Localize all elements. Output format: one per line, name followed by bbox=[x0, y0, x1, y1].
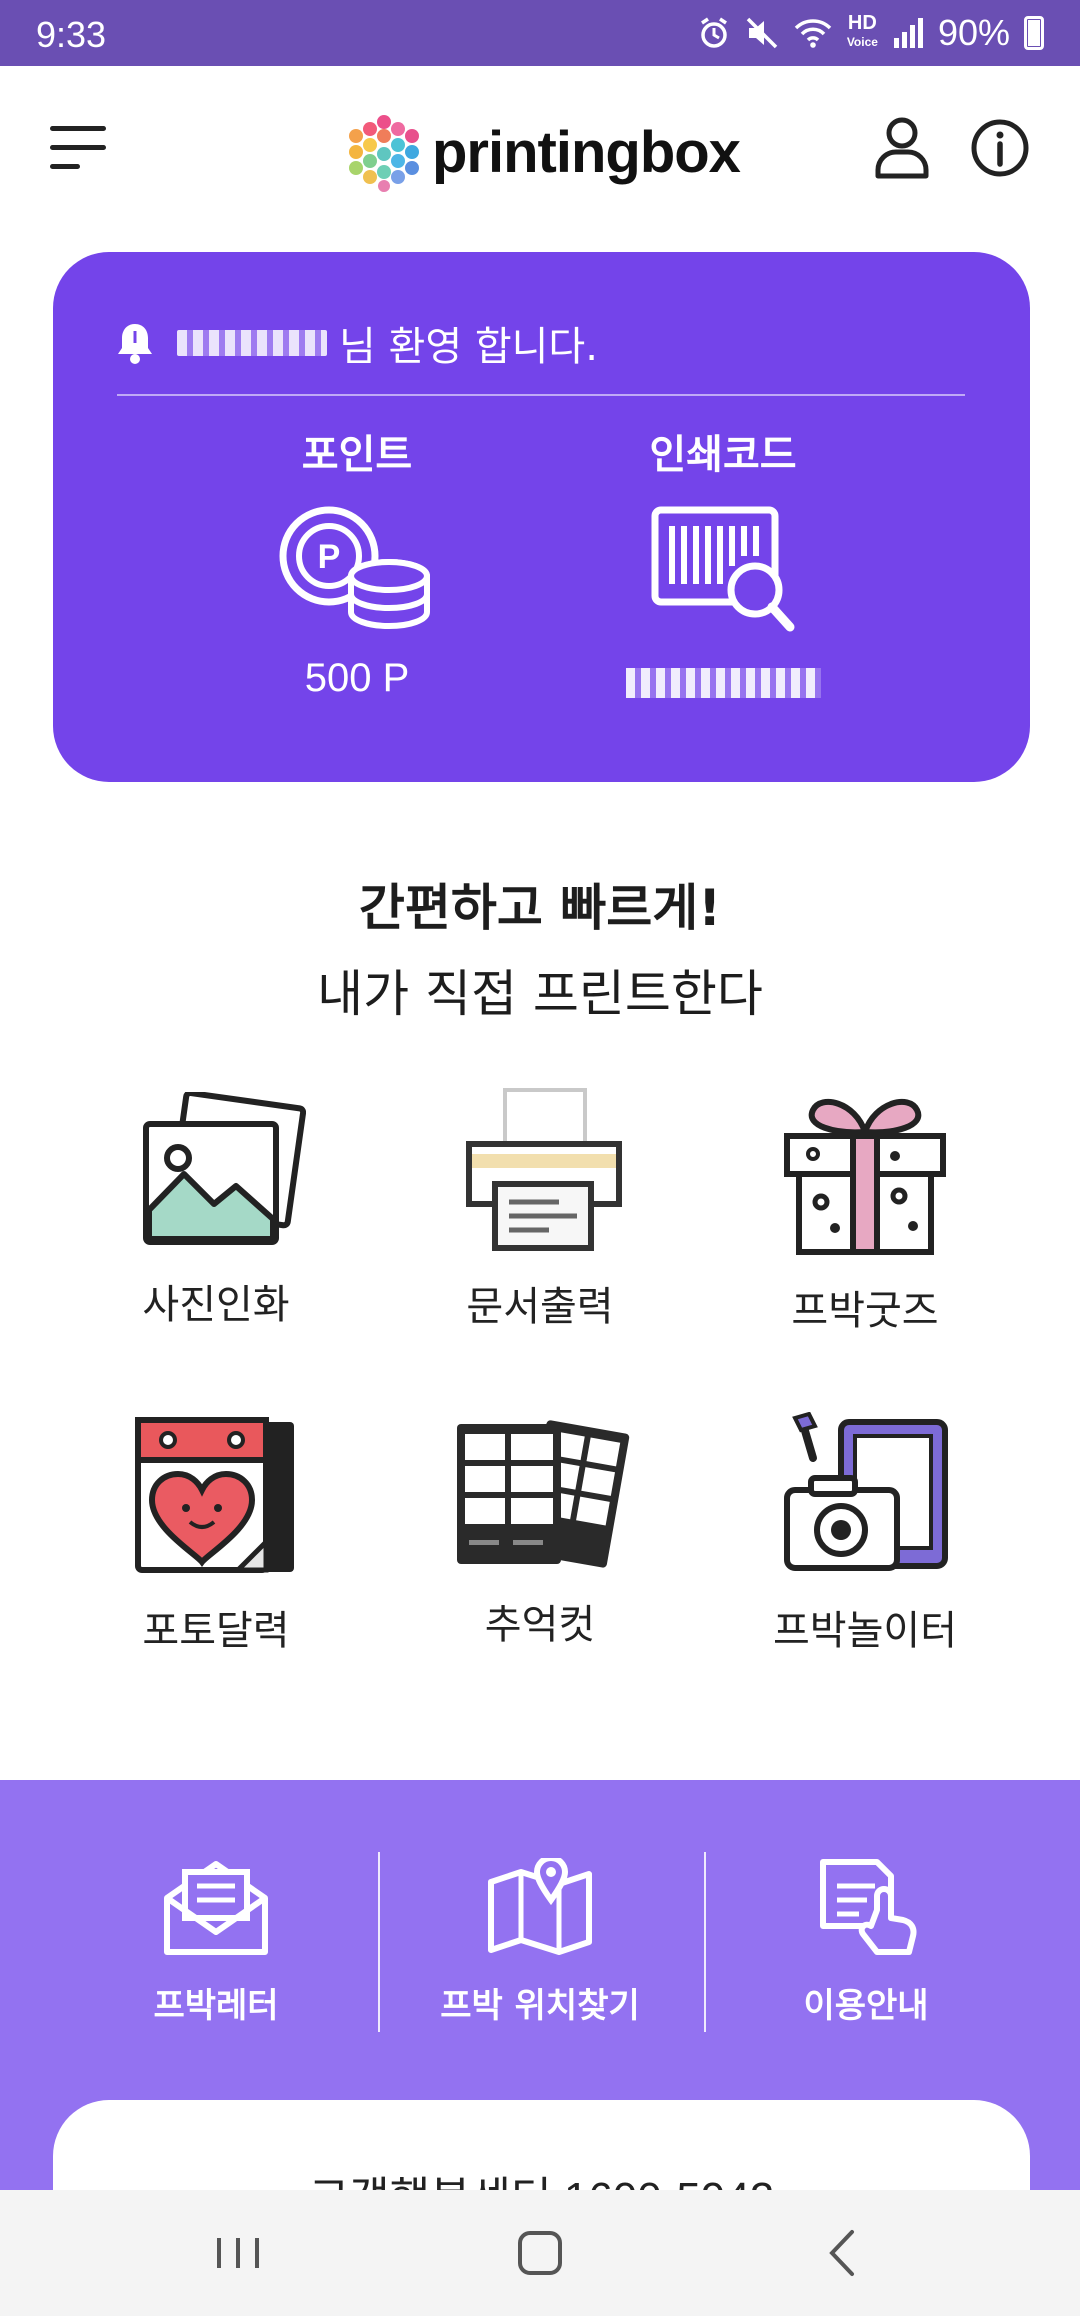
menu-item-playground[interactable]: 프박놀이터 bbox=[705, 1412, 1025, 1656]
logo[interactable]: printingbox bbox=[346, 112, 741, 192]
tagline-line2: 내가 직접 프린트한다 bbox=[317, 965, 763, 1023]
menu-label: 포토달력 bbox=[142, 1608, 290, 1654]
tagline: 간편하고 빠르게! 내가 직접 프린트한다 bbox=[0, 868, 1080, 1026]
app-header: printingbox bbox=[0, 66, 1080, 236]
battery-icon bbox=[1024, 16, 1044, 50]
menu-item-photo-print[interactable]: 사진인화 bbox=[56, 1092, 376, 1330]
menu-item-document-print[interactable]: 문서출력 bbox=[380, 1084, 700, 1332]
menu-label: 사진인화 bbox=[142, 1282, 290, 1328]
points-value: 500 P bbox=[304, 656, 410, 700]
signal-icon bbox=[893, 18, 923, 48]
svg-text:P: P bbox=[318, 538, 341, 576]
home-icon[interactable] bbox=[505, 2220, 575, 2286]
bell-icon bbox=[118, 324, 152, 364]
status-bar: 9:33 HD Voice 90% bbox=[0, 0, 1080, 66]
map-pin-icon bbox=[488, 1858, 592, 1955]
welcome-row: 님 환영 합니다. bbox=[115, 314, 598, 372]
back-icon[interactable] bbox=[808, 2220, 878, 2286]
points-coin-icon: P bbox=[279, 506, 430, 630]
menu-item-goods[interactable]: 프박굿즈 bbox=[705, 1092, 1025, 1336]
recent-apps-icon[interactable] bbox=[203, 2220, 273, 2286]
mute-icon bbox=[746, 17, 778, 49]
menu-label: 문서출력 bbox=[466, 1284, 614, 1330]
welcome-card: 님 환영 합니다. 포인트 P 500 P 인쇄코드 bbox=[53, 252, 1030, 782]
hd-voice-icon: HD Voice bbox=[846, 12, 878, 49]
menu-label: 추억컷 bbox=[484, 1602, 596, 1648]
hd-label: HD bbox=[847, 12, 877, 34]
print-code-redacted bbox=[625, 668, 821, 698]
band-item-guide[interactable]: 이용안내 bbox=[704, 1858, 1028, 2027]
menu-item-photo-calendar[interactable]: 포토달력 bbox=[56, 1412, 376, 1656]
system-nav-bar bbox=[0, 2190, 1080, 2316]
wifi-icon bbox=[794, 19, 832, 48]
letter-icon bbox=[164, 1861, 268, 1955]
barcode-search-icon bbox=[651, 506, 795, 632]
camera-tablet-icon bbox=[784, 1412, 948, 1571]
menu-icon[interactable] bbox=[50, 126, 106, 170]
menu-item-memory-cut[interactable]: 추억컷 bbox=[380, 1412, 700, 1650]
logo-text: printingbox bbox=[432, 119, 741, 185]
tagline-line1: 간편하고 빠르게! bbox=[358, 879, 722, 937]
divider bbox=[117, 394, 965, 396]
guide-icon bbox=[820, 1859, 917, 1955]
printer-icon bbox=[466, 1088, 622, 1251]
status-time: 9:33 bbox=[36, 14, 107, 55]
print-code-label: 인쇄코드 bbox=[649, 432, 797, 478]
photo-strip-icon bbox=[457, 1420, 630, 1568]
print-code-section[interactable]: 인쇄코드 bbox=[573, 422, 873, 698]
user-icon[interactable] bbox=[874, 116, 930, 180]
photo-icon bbox=[143, 1092, 306, 1245]
calendar-icon bbox=[135, 1417, 294, 1573]
battery-percent: 90% bbox=[937, 12, 1010, 53]
logo-cube-icon bbox=[349, 115, 419, 192]
user-name-redacted bbox=[177, 330, 327, 356]
band-item-letter[interactable]: 프박레터 bbox=[54, 1858, 378, 2027]
gift-icon bbox=[784, 1099, 946, 1255]
menu-label: 프박굿즈 bbox=[791, 1288, 939, 1334]
points-label: 포인트 bbox=[301, 432, 413, 478]
alarm-icon bbox=[700, 17, 727, 48]
points-section[interactable]: 포인트 P 500 P bbox=[207, 422, 507, 701]
info-icon[interactable] bbox=[970, 118, 1030, 178]
band-label: 이용안내 bbox=[803, 1986, 929, 2026]
menu-label: 프박놀이터 bbox=[773, 1608, 957, 1654]
band-item-location[interactable]: 프박 위치찾기 bbox=[378, 1858, 702, 2027]
status-icons: HD Voice 90% bbox=[697, 12, 1044, 54]
welcome-text: 님 환영 합니다. bbox=[339, 324, 598, 370]
band-label: 프박레터 bbox=[153, 1986, 279, 2026]
band-label: 프박 위치찾기 bbox=[440, 1986, 640, 2026]
